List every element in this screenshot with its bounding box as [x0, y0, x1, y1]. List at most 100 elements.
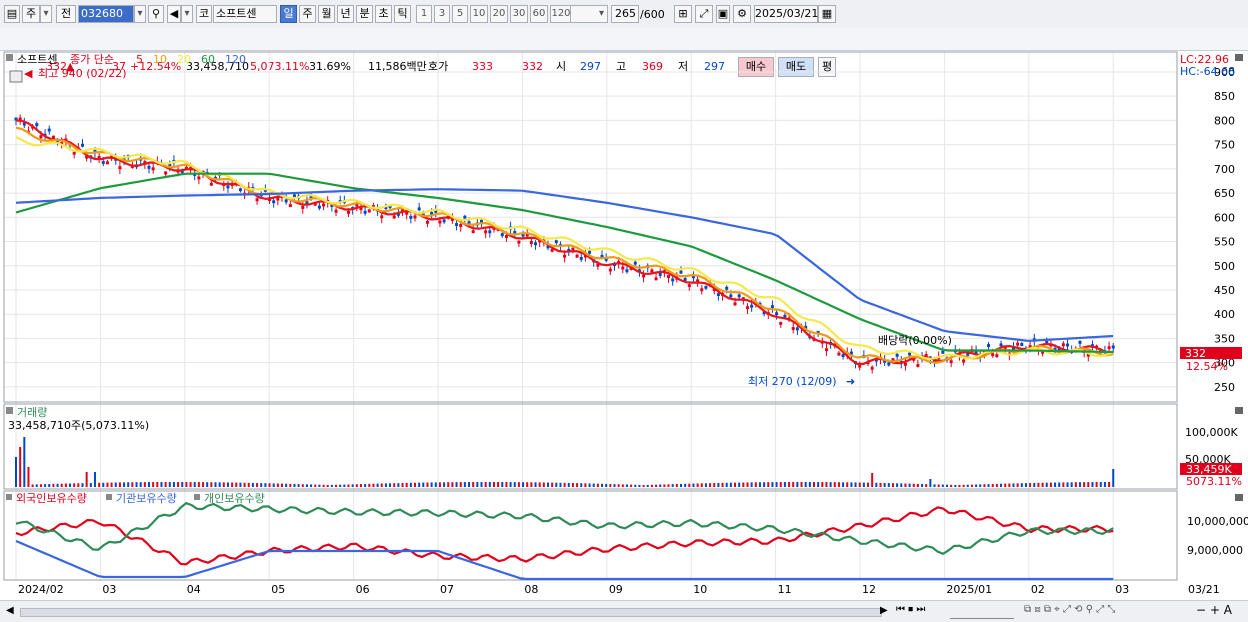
volume-bar	[750, 482, 753, 487]
interval-button-60[interactable]: 60	[530, 5, 548, 23]
candle-body	[276, 197, 280, 201]
volume-bar	[239, 482, 242, 487]
period-tab-1[interactable]: 주	[299, 5, 316, 23]
interval-button-3[interactable]: 3	[434, 5, 450, 23]
volume-bar	[177, 482, 180, 487]
price-y-tick: 400	[1214, 308, 1235, 321]
period-tab-4[interactable]: 분	[356, 5, 373, 23]
speaker-icon[interactable]: ◀	[167, 5, 181, 23]
stock-code-input[interactable]: 032680	[78, 5, 134, 23]
zoom-controls-icon[interactable]: − + A	[1196, 603, 1232, 617]
holding-legend-marker	[106, 494, 112, 500]
candle-body	[733, 302, 737, 306]
date-input[interactable]: 2025/03/21	[754, 5, 818, 23]
candle-body	[941, 350, 945, 354]
volume-bar	[1058, 482, 1061, 487]
panel-collapse-icon[interactable]	[6, 54, 13, 61]
volume-collapse-icon[interactable]	[6, 407, 13, 414]
candle-body	[301, 206, 305, 209]
candle-body	[858, 364, 862, 368]
candle-body	[737, 294, 741, 298]
chart-area[interactable]: 900 850 800 750 700 650 600 550 500 450 400 350 300 2…	[0, 51, 1248, 601]
volume-bar	[301, 484, 304, 487]
window-menu-icon[interactable]: ▤	[4, 5, 20, 23]
candle-body	[687, 284, 691, 288]
candle-body	[417, 207, 421, 211]
bar-count-input[interactable]: 265	[611, 5, 639, 23]
speaker-dropdown-icon[interactable]: ▾	[181, 5, 193, 23]
prev-button[interactable]: 전	[56, 5, 76, 23]
play-controls-icon[interactable]: ⏮ ⏹ ⏭	[896, 604, 925, 615]
price-close-icon[interactable]	[1235, 54, 1243, 61]
scroll-track[interactable]	[20, 608, 882, 617]
holding-legend-label: 개인보유수량	[204, 492, 265, 505]
candle-body	[147, 165, 151, 169]
volume-bar	[131, 482, 134, 487]
candle-body	[72, 151, 76, 155]
period-tab-2[interactable]: 월	[318, 5, 335, 23]
candle-body	[1016, 342, 1020, 346]
low-arrow-icon: ➜	[846, 375, 855, 388]
period-tab-5[interactable]: 초	[375, 5, 392, 23]
scroll-left-icon[interactable]: ◀	[6, 605, 14, 616]
volume-bar	[867, 482, 870, 487]
x-axis-right-label: 03/21	[1188, 583, 1220, 596]
volume-bar	[1033, 482, 1036, 487]
tool-icons[interactable]: ⧉ ⧈ ⧉ ⌖ ⤢ ⟲ ⚲ ⤢ ⤡	[1024, 604, 1115, 615]
candle-body	[579, 256, 583, 260]
period-tab-6[interactable]: 틱	[394, 5, 411, 23]
interval-button-30[interactable]: 30	[510, 5, 528, 23]
volume-bar	[704, 483, 707, 487]
candle-body	[197, 176, 201, 180]
candle-body	[47, 128, 51, 132]
interval-button-5[interactable]: 5	[452, 5, 468, 23]
interval-button-120[interactable]: 120	[550, 5, 572, 23]
market-select[interactable]: 주	[22, 5, 40, 23]
volume-bar	[226, 482, 229, 487]
holding-close-icon[interactable]	[1235, 494, 1243, 501]
candle-body	[425, 220, 429, 224]
candle-body	[700, 288, 704, 292]
volume-bar	[663, 484, 666, 487]
volume-bar	[463, 482, 466, 487]
volume-bar	[684, 483, 687, 487]
volume-bar	[422, 482, 425, 487]
volume-bar	[264, 483, 267, 487]
interval-dropdown-icon[interactable]: ▾	[596, 5, 608, 23]
save-icon[interactable]: ▣	[716, 5, 730, 23]
volume-bar	[484, 482, 487, 487]
interval-button-10[interactable]: 10	[470, 5, 488, 23]
volume-bar	[81, 483, 84, 487]
volume-bar	[921, 483, 924, 487]
trend-tool-icon[interactable]: ⤢	[695, 5, 713, 23]
volume-bar	[98, 482, 101, 487]
volume-bar	[127, 482, 130, 487]
interval-button-20[interactable]: 20	[490, 5, 508, 23]
volume-bar	[405, 482, 408, 487]
volume-bar	[314, 484, 317, 487]
holding-legend: 외국인보유수량 기관보유수량 개인보유수량	[6, 492, 265, 505]
holding-lines	[15, 501, 1114, 581]
zoom-slider[interactable]	[950, 604, 1014, 619]
dividend-note: 배당락(0.00%)	[878, 334, 952, 347]
calendar-icon[interactable]: ▦	[818, 5, 836, 23]
volume-bar	[542, 482, 545, 487]
candle-body	[658, 273, 662, 276]
x-axis-label: 09	[609, 583, 623, 596]
period-tab-0[interactable]: 일	[280, 5, 297, 23]
period-tab-3[interactable]: 년	[337, 5, 354, 23]
search-icon[interactable]: ⚲	[148, 5, 164, 23]
interval-button-1[interactable]: 1	[416, 5, 432, 23]
stock-chart-svg[interactable]: 9008508007507006506005505004504003503002…	[0, 51, 1248, 601]
calendar-small-icon[interactable]	[9, 70, 23, 83]
candle-type-icon[interactable]: ⊞	[674, 5, 692, 23]
volume-bar	[73, 483, 76, 487]
code-dropdown-icon[interactable]: ▾	[134, 5, 146, 23]
scroll-right-icon[interactable]: ▶	[880, 605, 888, 616]
volume-close-icon[interactable]	[1235, 407, 1243, 414]
candle-body	[484, 230, 488, 234]
gear-icon[interactable]: ⚙	[733, 5, 751, 23]
volume-bar	[455, 482, 458, 487]
market-dropdown-icon[interactable]: ▾	[40, 5, 52, 23]
volume-bar	[929, 479, 932, 487]
